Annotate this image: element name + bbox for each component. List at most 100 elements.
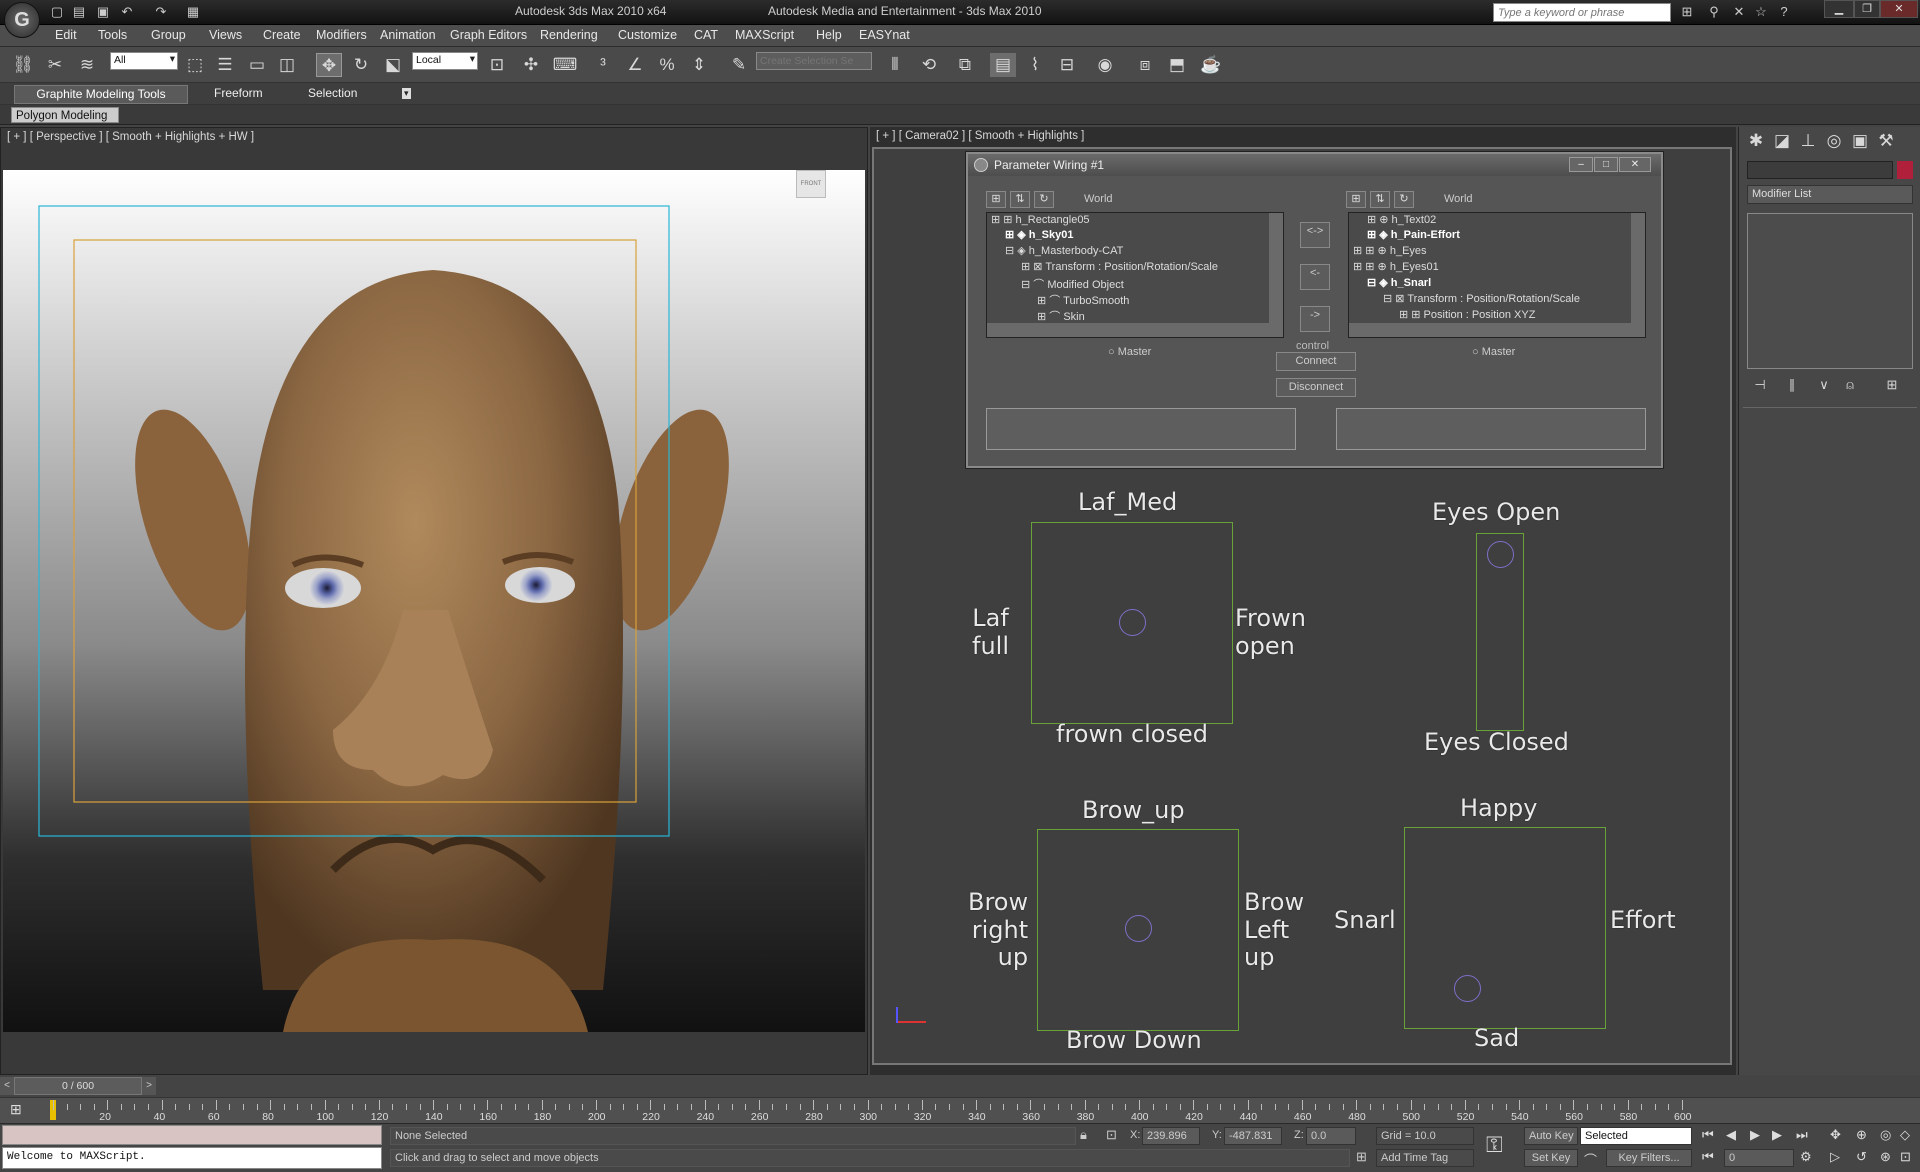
wire-both-direction-button[interactable]: <-> [1300, 222, 1330, 248]
configure-sets-icon[interactable]: ⊞ [1879, 373, 1905, 397]
x-coordinate-field[interactable]: 239.896 [1142, 1127, 1200, 1145]
left-sort-icon[interactable]: ⇅ [1010, 191, 1030, 208]
maxscript-listener[interactable]: Welcome to MAXScript. [2, 1147, 382, 1169]
pin-stack-icon[interactable]: ⊣ [1747, 373, 1773, 397]
modifier-stack[interactable] [1747, 213, 1913, 369]
key-mode-dropdown[interactable]: Selected [1580, 1127, 1692, 1145]
tree-item[interactable]: ⊞ ◈ h_Sky01 [1005, 228, 1073, 244]
go-to-start-icon[interactable]: ⏮ [1702, 1127, 1714, 1143]
tree-item[interactable]: ⊟ ◈ h_Masterbody-CAT [1005, 244, 1123, 260]
disconnect-button[interactable]: Disconnect [1276, 378, 1356, 397]
wire-right-direction-button[interactable]: -> [1300, 306, 1330, 332]
right-filter-icon[interactable]: ⊞ [1346, 191, 1366, 208]
window-crossing-icon[interactable]: ◫ [274, 53, 300, 77]
z-coordinate-field[interactable]: 0.0 [1306, 1127, 1356, 1145]
favorites-star-icon[interactable]: ☆ [1752, 3, 1770, 21]
mood-slider-handle[interactable] [1454, 975, 1481, 1002]
tree-item[interactable]: ⊞ ⌒ Skin [1037, 308, 1085, 324]
next-frame-arrow[interactable]: > [142, 1077, 156, 1095]
tab-graphite-modeling-tools[interactable]: Graphite Modeling Tools [14, 85, 188, 104]
key-icon[interactable]: ⚲ [1705, 3, 1723, 21]
viewcube[interactable]: FRONT [796, 170, 826, 198]
tree-item[interactable]: ⊟ ⌒ Modified Object [1021, 276, 1124, 292]
menu-views[interactable]: Views [209, 28, 242, 42]
keyboard-shortcut-icon[interactable]: ⌨ [552, 53, 578, 77]
dialog-maximize-button[interactable]: □ [1594, 157, 1618, 172]
right-sort-icon[interactable]: ⇅ [1370, 191, 1390, 208]
modifier-list-dropdown[interactable]: Modifier List [1747, 185, 1913, 204]
graphite-toggle-icon[interactable]: ▤ [990, 53, 1016, 77]
menu-animation[interactable]: Animation [380, 28, 436, 42]
parameter-wiring-dialog[interactable]: Parameter Wiring #1 – □ ✕ ⊞ ⇅ ↻ World ⊞ … [966, 152, 1663, 468]
menu-cat[interactable]: CAT [694, 28, 718, 42]
reference-coord-dropdown[interactable]: Local [412, 52, 478, 70]
object-name-field[interactable] [1747, 161, 1893, 179]
display-tab-icon[interactable]: ▣ [1847, 129, 1873, 153]
pivot-center-icon[interactable]: ⊡ [484, 53, 510, 77]
play-icon[interactable]: ▶ [1750, 1127, 1760, 1143]
bind-spacewarp-icon[interactable]: ≋ [74, 53, 100, 77]
left-filter-icon[interactable]: ⊞ [986, 191, 1006, 208]
dolly-icon[interactable]: ▷ [1830, 1149, 1840, 1165]
tree-item[interactable]: ⊞ ⊕ h_Text02 [1367, 213, 1436, 229]
menu-group[interactable]: Group [151, 28, 186, 42]
roll-icon[interactable]: ↺ [1856, 1149, 1867, 1165]
set-key-mode-icon[interactable]: ⚿ [1486, 1132, 1503, 1158]
communication-icon[interactable]: ✕ [1730, 3, 1748, 21]
track-bar[interactable]: ⊞ 20 40 60 80 100 120 140 160 180 200 220 240 260 280… [0, 1097, 1920, 1123]
show-end-result-icon[interactable]: ∥ [1779, 373, 1805, 397]
right-vertical-scrollbar[interactable] [1631, 213, 1645, 323]
current-frame-field[interactable]: 0 [1724, 1149, 1794, 1167]
perspective-viewport[interactable]: [ + ] [ Perspective ] [ Smooth + Highlig… [0, 127, 868, 1075]
next-frame-icon[interactable]: ▶ [1772, 1127, 1782, 1143]
connect-button[interactable]: Connect [1276, 352, 1356, 371]
menu-create[interactable]: Create [263, 28, 301, 42]
tree-item[interactable]: ⊞ ⌒ TurboSmooth [1037, 292, 1129, 308]
save-file-icon[interactable]: ▣ [94, 3, 112, 21]
eyes-slider-handle[interactable] [1487, 541, 1514, 568]
right-tree-view[interactable]: ⊞ ⊕ h_Text02 ⊞ ◈ h_Pain-Effort ⊞ ⊞ ⊕ h_E… [1348, 212, 1646, 338]
menu-easynat[interactable]: EASYnat [859, 28, 910, 42]
named-selection-input[interactable] [756, 52, 872, 70]
motion-tab-icon[interactable]: ◎ [1821, 129, 1847, 153]
menu-edit[interactable]: Edit [55, 28, 77, 42]
snaps-toggle-icon[interactable]: ³ [590, 53, 616, 77]
viewport-label[interactable]: [ + ] [ Perspective ] [ Smooth + Highlig… [7, 131, 254, 143]
search-input[interactable] [1493, 3, 1671, 22]
tree-item[interactable]: ⊞ ◈ h_Pain-Effort [1367, 228, 1460, 244]
pan-icon[interactable]: ✥ [1830, 1127, 1841, 1143]
viewport-label[interactable]: [ + ] [ Camera02 ] [ Smooth + Highlights… [876, 130, 1084, 142]
y-coordinate-field[interactable]: -487.831 [1224, 1127, 1282, 1145]
time-slider[interactable]: 0 / 600 [14, 1077, 142, 1095]
tree-item[interactable]: ⊞ ⊞ Position : Position XYZ [1399, 308, 1535, 324]
tree-item[interactable]: ⊞ ⊠ Transform : Position/Rotation/Scale [1021, 260, 1218, 276]
percent-snap-icon[interactable]: % [654, 53, 680, 77]
go-to-end-icon[interactable]: ⏭ [1796, 1127, 1808, 1143]
time-tag-icon[interactable]: ⊞ [1356, 1149, 1367, 1165]
create-tab-icon[interactable]: ✱ [1743, 129, 1769, 153]
app-logo-button[interactable]: G [4, 2, 40, 38]
tree-item[interactable]: ⊟ ⊠ Transform : Position/Rotation/Scale [1383, 292, 1580, 308]
tree-item[interactable]: ⊞ ⊞ ⊕ h_Eyes01 [1353, 260, 1439, 276]
key-filters-button[interactable]: Key Filters... [1606, 1149, 1692, 1167]
right-expression-box[interactable] [1336, 408, 1646, 450]
spinner-snap-icon[interactable]: ⇕ [686, 53, 712, 77]
polygon-modeling-panel[interactable]: Polygon Modeling [11, 107, 119, 123]
select-scale-icon[interactable]: ⬕ [380, 53, 406, 77]
render-setup-icon[interactable]: ⧈ [1132, 53, 1158, 77]
right-horizontal-scrollbar[interactable] [1349, 323, 1645, 337]
set-key-button[interactable]: Set Key [1524, 1149, 1578, 1167]
render-production-icon[interactable]: ☕ [1198, 53, 1224, 77]
align-icon[interactable]: ⟲ [916, 53, 942, 77]
open-file-icon[interactable]: ▤ [70, 3, 88, 21]
left-horizontal-scrollbar[interactable] [987, 323, 1283, 337]
rendered-frame-icon[interactable]: ⬒ [1164, 53, 1190, 77]
object-color-swatch[interactable] [1897, 161, 1913, 179]
tree-item[interactable]: ⊞ ⊞ ⊕ h_Eyes [1353, 244, 1427, 260]
tree-item[interactable]: ⊟ ◈ h_Snarl [1367, 276, 1431, 292]
dialog-minimize-button[interactable]: – [1569, 157, 1593, 172]
orbit-icon[interactable]: ◎ [1880, 1127, 1891, 1143]
minimize-button[interactable]: ▁ [1824, 0, 1854, 18]
modify-tab-icon[interactable]: ◪ [1769, 129, 1795, 153]
field-of-view-icon[interactable]: ◇ [1900, 1127, 1910, 1143]
